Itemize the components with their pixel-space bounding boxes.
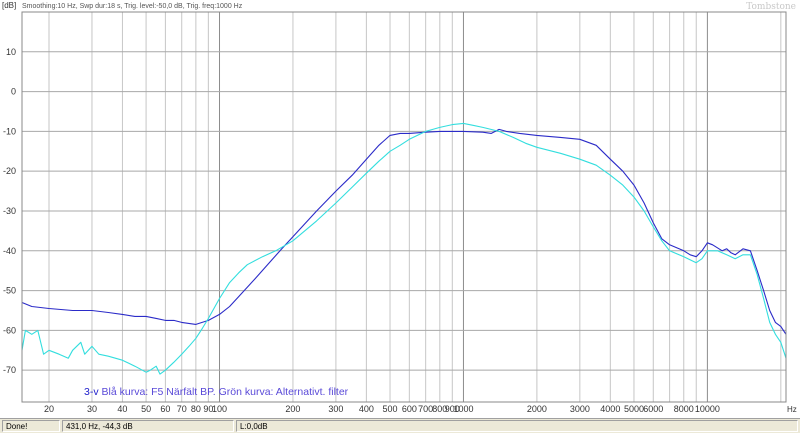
chart-svg: 100-10-20-30-40-50-60-7020 30 40 50 60 70 80 90… [0, 0, 800, 416]
x-tick-label: 1000 [453, 404, 473, 414]
frequency-response-chart: 10 0 -10 -20 -30 -40 -50 -60 -70 20 30 40 50 60 70 80 90… [0, 0, 800, 416]
y-tick-label: 0 [11, 87, 16, 97]
x-tick-label: 8000 [674, 404, 694, 414]
x-tick-label: 3000 [570, 404, 590, 414]
status-state: Done! [2, 420, 60, 432]
y-tick-label: -60 [3, 325, 16, 335]
x-tick-label: 6000 [643, 404, 663, 414]
x-tick-label: 70 [177, 404, 187, 414]
x-tick-label: 60 [160, 404, 170, 414]
x-tick-label: 4000 [600, 404, 620, 414]
y-tick-label: -40 [3, 246, 16, 256]
x-tick-label: 300 [328, 404, 343, 414]
x-tick-label: 600 [402, 404, 417, 414]
x-tick-label: 40 [117, 404, 127, 414]
annotation-prefix: 3-v [84, 386, 102, 398]
x-tick-label: 2000 [527, 404, 547, 414]
y-tick-label: -70 [3, 365, 16, 375]
x-tick-label: 100 [212, 404, 227, 414]
status-level: L:0,0dB [236, 420, 798, 432]
y-tick-label: -20 [3, 166, 16, 176]
x-tick-label: 700 [418, 404, 433, 414]
annotation-text: 3-v Blå kurva: F5 Närfält BP. Grön kurva… [84, 386, 349, 398]
x-tick-label: 200 [285, 404, 300, 414]
x-tick-label: 5000 [624, 404, 644, 414]
y-tick-label: -30 [3, 206, 16, 216]
y-tick-label: -10 [3, 126, 16, 136]
x-tick-label: 30 [87, 404, 97, 414]
x-unit-label: Hz [787, 405, 797, 414]
x-tick-label: 80 [191, 404, 201, 414]
x-tick-label: 50 [141, 404, 151, 414]
chart-background [0, 0, 800, 416]
brand-watermark: Tombstone [746, 2, 796, 12]
settings-text: Smoothing:10 Hz, Swp dur:18 s, Trig. lev… [22, 3, 243, 10]
x-tick-label: 500 [383, 404, 398, 414]
annotation-body: Blå kurva: F5 Närfält BP. Grön kurva: Al… [102, 386, 349, 398]
x-tick-label: 20 [44, 404, 54, 414]
status-cursor-readout: 431,0 Hz, -44,3 dB [62, 420, 234, 432]
y-tick-label: 10 [6, 47, 16, 57]
y-unit-label: [dB] [2, 1, 16, 10]
status-bar: Done! 431,0 Hz, -44,3 dB L:0,0dB [0, 418, 800, 433]
x-tick-label: 400 [359, 404, 374, 414]
y-tick-label: -50 [3, 286, 16, 296]
x-tick-label: 10000 [695, 404, 720, 414]
